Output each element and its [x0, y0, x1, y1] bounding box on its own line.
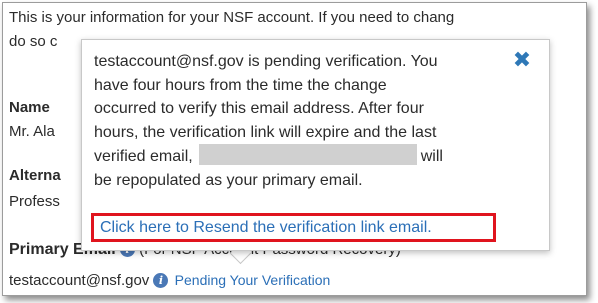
- popover-line: be repopulated as your primary email.: [94, 171, 363, 189]
- redacted-email: [198, 144, 417, 165]
- popover-line5-end: will: [420, 148, 443, 165]
- alternate-value: Profess: [9, 193, 60, 210]
- intro-text-line2: do so c: [9, 33, 58, 50]
- resend-highlight-box: Click here to Resend the verification li…: [91, 213, 496, 242]
- intro-text-line1: This is your information for your NSF ac…: [9, 9, 455, 26]
- popover-line5-start: verified email,: [94, 148, 193, 165]
- name-value: Mr. Ala: [9, 123, 55, 140]
- popover-line: hours, the verification link will expire…: [94, 123, 437, 141]
- popover-line: have four hours from the time the change: [94, 76, 387, 94]
- popover-message: testaccount@nsf.gov is pending verificat…: [94, 50, 514, 192]
- name-label: Name: [9, 99, 50, 116]
- pending-info-icon[interactable]: i: [153, 273, 169, 288]
- primary-email-value: testaccount@nsf.gov: [9, 272, 150, 289]
- popover-line: testaccount@nsf.gov is pending verificat…: [94, 53, 438, 70]
- email-value-row: testaccount@nsf.gov i Pending Your Verif…: [9, 272, 330, 289]
- pending-verification-link[interactable]: Pending Your Verification: [175, 272, 331, 288]
- popover-line: occurred to verify this email address. A…: [94, 100, 424, 117]
- popover-line-redacted: verified email, will: [94, 144, 514, 169]
- resend-verification-link[interactable]: Click here to Resend the verification li…: [100, 219, 432, 237]
- account-info-panel: This is your information for your NSF ac…: [2, 2, 587, 296]
- close-icon[interactable]: ✖: [511, 49, 533, 71]
- alternate-label: Alterna: [9, 167, 61, 184]
